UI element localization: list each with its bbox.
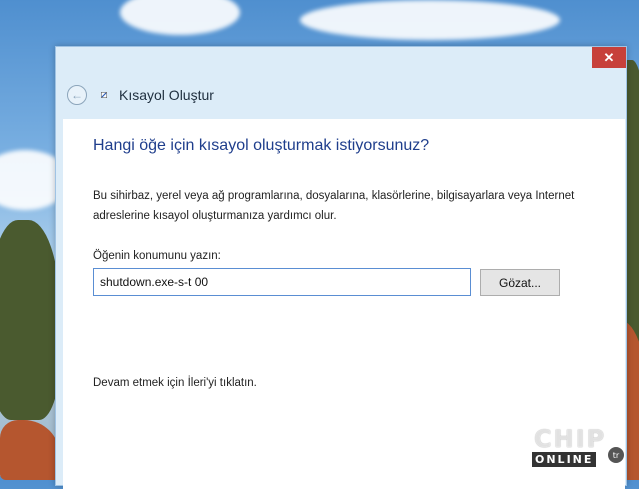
chip-online-watermark: CHIP ONLINE tr	[530, 425, 630, 470]
window-title: Kısayol Oluştur	[119, 87, 214, 103]
desktop-rock	[0, 420, 60, 480]
wizard-description: Bu sihirbaz, yerel veya ağ programlarına…	[93, 190, 575, 222]
close-button[interactable]: ✕	[592, 47, 626, 68]
location-input[interactable]	[93, 268, 471, 296]
watermark-sub: ONLINE	[532, 452, 597, 467]
page-title: Hangi öğe için kısayol oluşturmak istiyo…	[93, 137, 430, 154]
watermark-brand: CHIP	[534, 425, 607, 453]
browse-button[interactable]: Gözat...	[480, 269, 560, 296]
create-shortcut-window: ✕ ← Kısayol Oluştur Hangi öğe için kısay…	[55, 46, 627, 489]
desktop-cloud	[300, 0, 560, 40]
shortcut-icon	[100, 91, 108, 99]
back-button[interactable]: ←	[67, 85, 87, 105]
wizard-titlebar: ← Kısayol Oluştur	[56, 75, 626, 115]
next-hint: Devam etmek için İleri'yi tıklatın.	[93, 377, 257, 389]
desktop-tree	[0, 220, 60, 420]
close-icon: ✕	[603, 49, 615, 65]
back-arrow-icon: ←	[71, 88, 83, 102]
location-label: Öğenin konumunu yazın:	[93, 250, 221, 262]
desktop-cloud	[120, 0, 240, 35]
watermark-badge: tr	[608, 447, 624, 463]
